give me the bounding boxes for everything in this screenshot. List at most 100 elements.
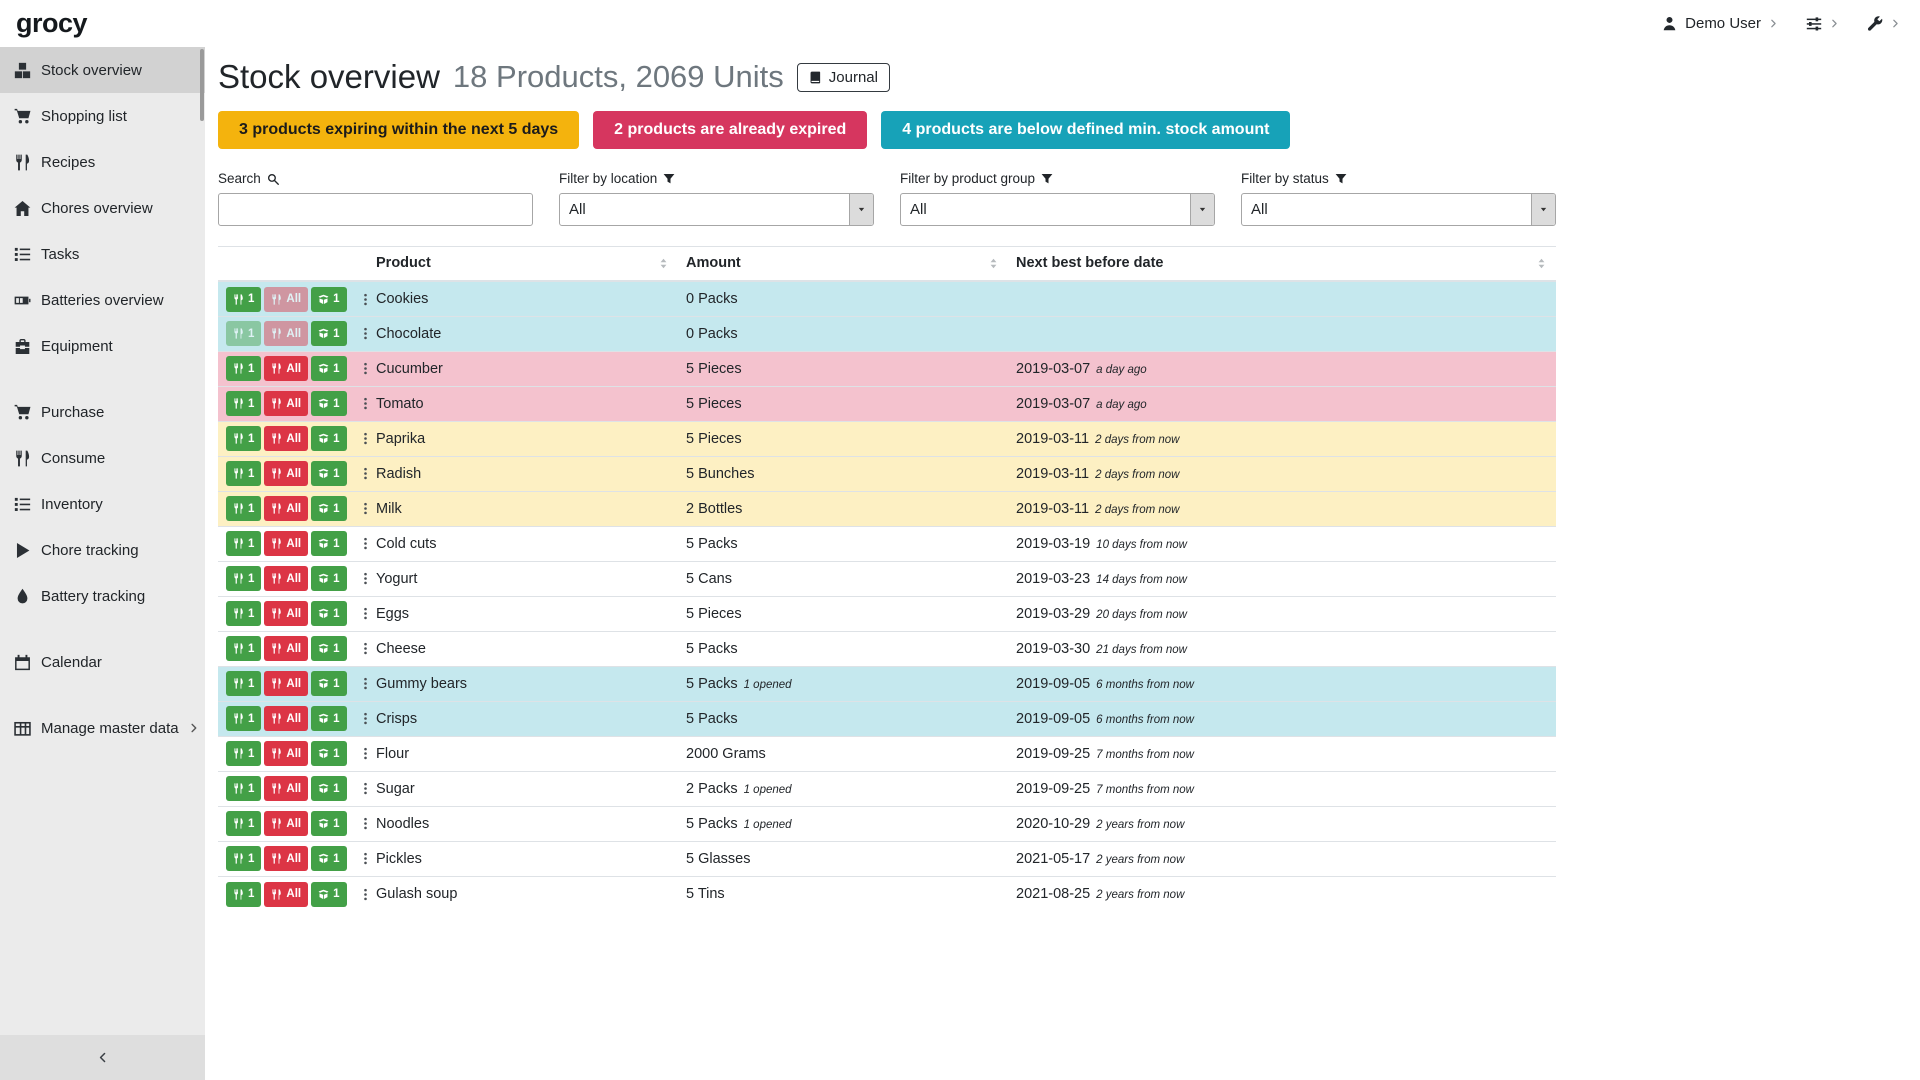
sidebar-collapse-button[interactable] [0,1035,205,1080]
consume-one-button[interactable]: 1 [226,671,261,696]
open-one-button[interactable]: 1 [311,636,346,661]
consume-all-button[interactable]: All [264,426,308,451]
app-logo[interactable]: grocy [16,8,87,39]
consume-all-button[interactable]: All [264,636,308,661]
sort-icon[interactable] [1535,257,1548,270]
open-one-button[interactable]: 1 [311,531,346,556]
sort-icon[interactable] [657,257,670,270]
consume-all-button[interactable]: All [264,882,308,907]
row-menu-button[interactable] [354,709,377,728]
consume-all-button[interactable]: All [264,391,308,416]
row-menu-button[interactable] [354,604,377,623]
open-one-button[interactable]: 1 [311,706,346,731]
row-menu-button[interactable] [354,744,377,763]
row-menu-button[interactable] [354,324,377,343]
alert-danger[interactable]: 2 products are already expired [593,111,867,149]
row-menu-button[interactable] [354,569,377,588]
consume-one-button[interactable]: 1 [226,882,261,907]
row-menu-button[interactable] [354,849,377,868]
consume-one-button[interactable]: 1 [226,426,261,451]
open-one-button[interactable]: 1 [311,882,346,907]
sidebar-item-chore-tracking[interactable]: Chore tracking [0,527,205,573]
consume-all-button[interactable]: All [264,846,308,871]
consume-one-button[interactable]: 1 [226,287,261,312]
open-one-button[interactable]: 1 [311,356,346,381]
row-menu-button[interactable] [354,814,377,833]
consume-one-button[interactable]: 1 [226,391,261,416]
consume-all-button[interactable]: All [264,811,308,836]
journal-button[interactable]: Journal [797,63,890,92]
search-input[interactable] [218,193,533,226]
sidebar-item-equipment[interactable]: Equipment [0,323,205,369]
open-one-button[interactable]: 1 [311,321,346,346]
open-one-button[interactable]: 1 [311,287,346,312]
sort-icon[interactable] [987,257,1000,270]
sidebar-item-battery-tracking[interactable]: Battery tracking [0,573,205,619]
consume-one-button[interactable]: 1 [226,741,261,766]
open-one-button[interactable]: 1 [311,426,346,451]
open-one-button[interactable]: 1 [311,741,346,766]
consume-all-button[interactable]: All [264,601,308,626]
consume-one-button[interactable]: 1 [226,776,261,801]
sidebar-item-consume[interactable]: Consume [0,435,205,481]
location-filter-select[interactable]: All [559,193,874,226]
consume-one-button[interactable]: 1 [226,566,261,591]
consume-one-button[interactable]: 1 [226,636,261,661]
consume-one-button[interactable]: 1 [226,601,261,626]
alert-warning[interactable]: 3 products expiring within the next 5 da… [218,111,579,149]
consume-one-button[interactable]: 1 [226,461,261,486]
consume-one-button[interactable]: 1 [226,496,261,521]
row-menu-button[interactable] [354,674,377,693]
user-menu[interactable]: Demo User [1662,15,1778,32]
quick-settings-menu[interactable] [1806,16,1839,32]
sidebar-item-batteries-overview[interactable]: Batteries overview [0,277,205,323]
row-menu-button[interactable] [354,290,377,309]
open-one-button[interactable]: 1 [311,776,346,801]
open-one-button[interactable]: 1 [311,461,346,486]
product-group-filter-select[interactable]: All [900,193,1215,226]
open-one-button[interactable]: 1 [311,671,346,696]
consume-all-button[interactable]: All [264,776,308,801]
consume-one-button[interactable]: 1 [226,706,261,731]
sidebar-item-purchase[interactable]: Purchase [0,389,205,435]
open-one-button[interactable]: 1 [311,601,346,626]
sidebar-item-chores-overview[interactable]: Chores overview [0,185,205,231]
consume-all-button[interactable]: All [264,741,308,766]
open-one-button[interactable]: 1 [311,566,346,591]
sidebar-item-inventory[interactable]: Inventory [0,481,205,527]
row-menu-button[interactable] [354,464,377,483]
sidebar-item-manage-master-data[interactable]: Manage master data [0,705,205,751]
row-menu-button[interactable] [354,499,377,518]
consume-one-button[interactable]: 1 [226,811,261,836]
open-one-button[interactable]: 1 [311,846,346,871]
open-one-button[interactable]: 1 [311,496,346,521]
consume-all-button[interactable]: All [264,671,308,696]
admin-menu[interactable] [1867,16,1900,32]
consume-all-button[interactable]: All [264,496,308,521]
row-menu-button[interactable] [354,429,377,448]
sidebar-scrollbar[interactable] [200,49,204,121]
sidebar-item-recipes[interactable]: Recipes [0,139,205,185]
row-menu-button[interactable] [354,359,377,378]
open-one-button[interactable]: 1 [311,811,346,836]
open-one-button[interactable]: 1 [311,391,346,416]
sidebar-item-calendar[interactable]: Calendar [0,639,205,685]
row-menu-button[interactable] [354,779,377,798]
consume-all-button[interactable]: All [264,461,308,486]
row-menu-button[interactable] [354,885,377,904]
row-menu-button[interactable] [354,534,377,553]
consume-one-button[interactable]: 1 [226,846,261,871]
consume-all-button[interactable]: All [264,566,308,591]
consume-all-button[interactable]: All [264,706,308,731]
sidebar-item-stock-overview[interactable]: Stock overview [0,47,205,93]
consume-all-button[interactable]: All [264,531,308,556]
sidebar-item-shopping-list[interactable]: Shopping list [0,93,205,139]
sidebar-item-tasks[interactable]: Tasks [0,231,205,277]
consume-one-button[interactable]: 1 [226,356,261,381]
status-filter-select[interactable]: All [1241,193,1556,226]
row-menu-button[interactable] [354,394,377,413]
alert-info[interactable]: 4 products are below defined min. stock … [881,111,1290,149]
row-menu-button[interactable] [354,639,377,658]
consume-one-button[interactable]: 1 [226,531,261,556]
consume-all-button[interactable]: All [264,356,308,381]
